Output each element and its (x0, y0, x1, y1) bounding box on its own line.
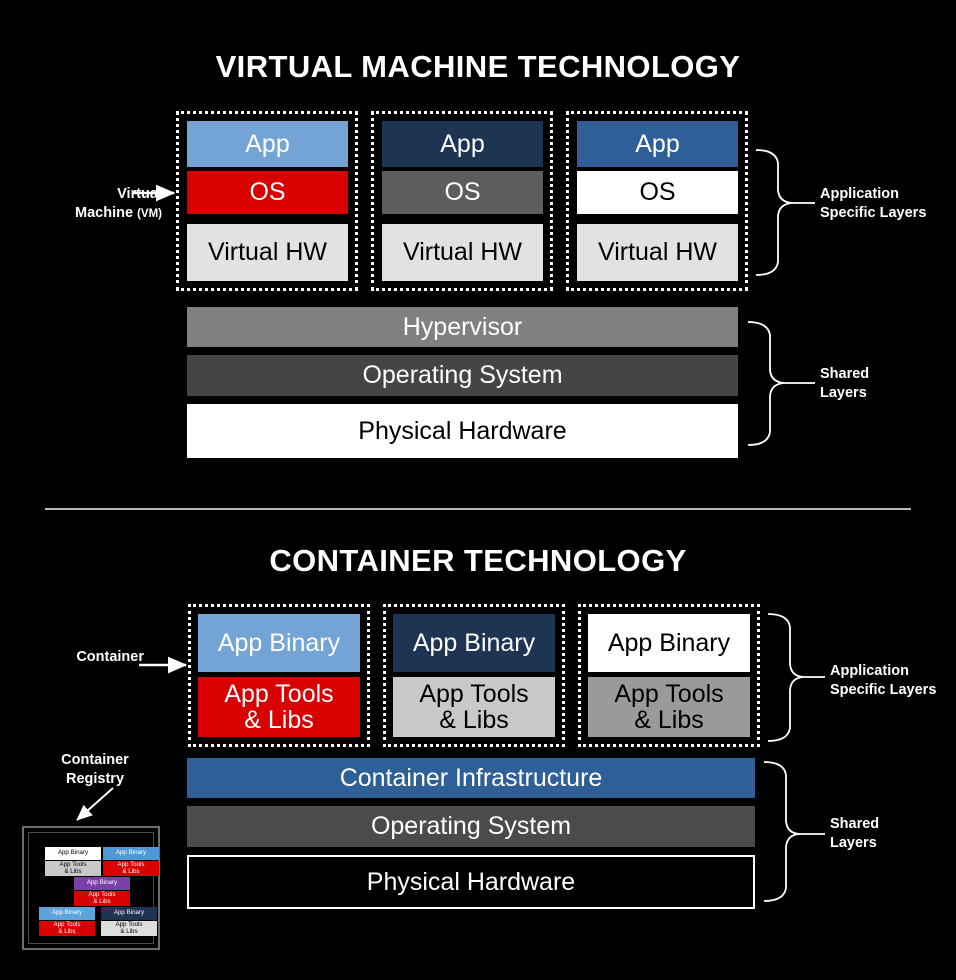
vm-bar-operating-system: Operating System (187, 355, 738, 396)
container-bar-physical-hardware: Physical Hardware (187, 855, 755, 909)
vm-stack-3-layer-app: App (577, 121, 738, 167)
registry-item-3-app-tools-libs: App Tools & Libs (74, 891, 130, 906)
container-application-layers-bracket (767, 613, 804, 742)
registry-item-3: App Binary App Tools & Libs (74, 877, 130, 906)
vm-bar-physical-hardware: Physical Hardware (187, 404, 738, 458)
container-bar-operating-system: Operating System (187, 806, 755, 847)
registry-inner-frame: App Binary App Tools & Libs App Binary A… (28, 832, 159, 944)
section-divider (45, 508, 911, 510)
container-bar-container-infrastructure: Container Infrastructure (187, 758, 755, 798)
container-stack-1-layer-app-tools-libs: App Tools & Libs (198, 677, 360, 737)
registry-item-4: App Binary App Tools & Libs (39, 907, 95, 936)
registry-item-5: App Binary App Tools & Libs (101, 907, 157, 936)
container-shared-layers-bracket (763, 761, 800, 902)
registry-item-2-app-tools-libs: App Tools & Libs (103, 861, 159, 876)
vm-pointer-label: Virtual Machine (VM) (22, 185, 162, 222)
container-stack-2-layer-app-tools-libs: App Tools & Libs (393, 677, 555, 737)
registry-item-1-app-tools-libs: App Tools & Libs (45, 861, 101, 876)
vm-stack-2-layer-app: App (382, 121, 543, 167)
vm-bar-hypervisor: Hypervisor (187, 307, 738, 347)
vm-stack-1-layer-os: OS (187, 171, 348, 214)
diagram-canvas: VIRTUAL MACHINE TECHNOLOGY Virtual Machi… (0, 0, 956, 980)
registry-item-1: App Binary App Tools & Libs (45, 847, 101, 876)
vm-application-specific-layers-label: Application Specific Layers (820, 186, 927, 221)
vm-stack-3-layer-os: OS (577, 171, 738, 214)
registry-item-3-app-binary: App Binary (74, 877, 130, 890)
registry-item-2-app-binary: App Binary (103, 847, 159, 860)
registry-item-4-app-tools-libs: App Tools & Libs (39, 921, 95, 936)
registry-item-2: App Binary App Tools & Libs (103, 847, 159, 876)
container-section-title: CONTAINER TECHNOLOGY (269, 543, 687, 578)
container-shared-layers-label: Shared Layers (830, 816, 880, 851)
vm-shared-layers-bracket (747, 321, 785, 446)
registry-item-5-app-binary: App Binary (101, 907, 157, 920)
vm-shared-layers-label: Shared Layers (820, 366, 870, 401)
container-stack-3-layer-app-binary: App Binary (588, 614, 750, 672)
vm-pointer-label-abbrev: (VM) (137, 207, 162, 220)
container-pointer-label: Container (76, 649, 144, 665)
vm-section-title: VIRTUAL MACHINE TECHNOLOGY (215, 49, 741, 84)
registry-item-4-app-binary: App Binary (39, 907, 95, 920)
container-stack-2-layer-app-binary: App Binary (393, 614, 555, 672)
vm-stack-3-layer-virtual-hw: Virtual HW (577, 224, 738, 281)
container-application-specific-layers-label: Application Specific Layers (830, 663, 937, 698)
container-stack-3-layer-app-tools-libs: App Tools & Libs (588, 677, 750, 737)
container-registry-arrow (76, 787, 114, 821)
container-stack-1-layer-app-binary: App Binary (198, 614, 360, 672)
vm-stack-1-layer-virtual-hw: Virtual HW (187, 224, 348, 281)
vm-stack-2-layer-os: OS (382, 171, 543, 214)
vm-stack-2-layer-virtual-hw: Virtual HW (382, 224, 543, 281)
vm-stack-1-layer-app: App (187, 121, 348, 167)
container-registry-thumbnail[interactable]: App Binary App Tools & Libs App Binary A… (22, 826, 160, 950)
vm-application-layers-bracket (755, 149, 793, 276)
container-registry-label: Container Registry (61, 752, 129, 787)
registry-item-5-app-tools-libs: App Tools & Libs (101, 921, 157, 936)
registry-item-1-app-binary: App Binary (45, 847, 101, 860)
